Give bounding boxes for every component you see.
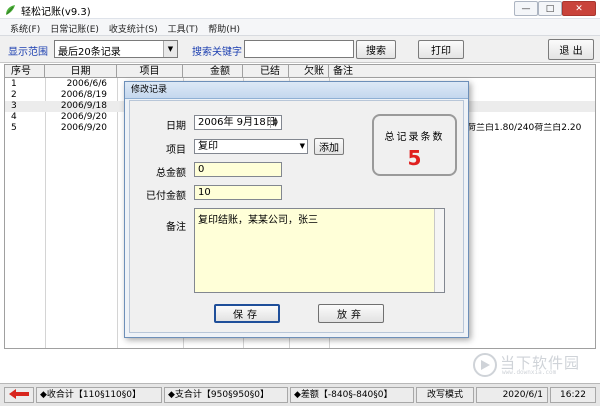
add-item-button[interactable]: 添加 bbox=[314, 138, 344, 155]
cell-no: 2 bbox=[11, 90, 17, 100]
menu-bar: 系统(F) 日常记账(E) 收支统计(S) 工具(T) 帮助(H) bbox=[0, 19, 600, 36]
title-bar: 轻松记账(v9.3) — □ ✕ bbox=[0, 0, 600, 19]
status-bar: ◆收合计【110§110§0】 ◆支合计【950§950§0】 ◆差额【-840… bbox=[0, 383, 600, 406]
total-amount-field[interactable]: 0 bbox=[194, 162, 282, 177]
save-button[interactable]: 保存 bbox=[214, 304, 280, 323]
menu-help[interactable]: 帮助(H) bbox=[203, 19, 245, 35]
col-header-no[interactable]: 序号 bbox=[5, 65, 45, 78]
close-icon: ✕ bbox=[575, 3, 583, 14]
spin-updown-icon[interactable]: ▲ ▼ bbox=[270, 117, 280, 128]
cell-date: 2006/8/19 bbox=[60, 90, 107, 100]
cell-date: 2006/9/18 bbox=[60, 101, 107, 111]
cell-no: 4 bbox=[11, 112, 17, 122]
watermark-url: www.downxia.com bbox=[502, 369, 557, 376]
search-label: 搜索关键字 bbox=[192, 47, 242, 58]
range-select-value: 最后20条记录 bbox=[58, 47, 121, 58]
total-amount-label: 总金额 bbox=[156, 168, 186, 179]
watermark: 当下软件园 www.downxia.com bbox=[470, 352, 588, 378]
menu-tools[interactable]: 工具(T) bbox=[163, 19, 204, 35]
record-count-value: 5 bbox=[407, 146, 422, 170]
status-balance: ◆差额【-840§-840§0】 bbox=[290, 387, 414, 403]
minimize-icon: — bbox=[521, 3, 531, 14]
memo-value: 复印结账，某某公司，张三 bbox=[198, 215, 318, 226]
range-label: 显示范围 bbox=[8, 47, 48, 58]
chevron-down-icon: ▼ bbox=[299, 142, 305, 150]
record-count-panel: 总记录条数 5 bbox=[372, 114, 457, 176]
search-input[interactable] bbox=[244, 40, 354, 58]
col-header-memo[interactable]: 备注 bbox=[329, 65, 595, 78]
date-picker[interactable]: 2006年 9月18日 ▲ ▼ bbox=[194, 115, 282, 130]
range-select[interactable]: 最后20条记录 ▼ bbox=[54, 40, 178, 58]
paid-amount-label: 已付金额 bbox=[146, 191, 186, 202]
red-arrow-icon bbox=[9, 389, 29, 399]
app-logo-icon bbox=[6, 5, 15, 15]
memo-label: 备注 bbox=[166, 222, 186, 233]
cell-no: 1 bbox=[11, 79, 17, 89]
item-select[interactable]: 复印 ▼ bbox=[194, 139, 308, 154]
cell-date: 2006/6/6 bbox=[66, 79, 107, 89]
print-button[interactable]: 打印 bbox=[418, 40, 464, 59]
cell-no: 3 bbox=[11, 101, 17, 111]
memo-scrollbar[interactable] bbox=[434, 209, 444, 292]
cell-date: 2006/9/20 bbox=[60, 123, 107, 133]
status-mode: 改写模式 bbox=[416, 387, 474, 403]
col-header-date[interactable]: 日期 bbox=[45, 65, 117, 78]
minimize-button[interactable]: — bbox=[514, 1, 538, 16]
maximize-icon: □ bbox=[545, 3, 555, 14]
window-title: 轻松记账(v9.3) bbox=[21, 7, 91, 18]
dialog-title: 修改记录 bbox=[125, 82, 468, 99]
status-expense-total: ◆支合计【950§950§0】 bbox=[164, 387, 288, 403]
menu-system[interactable]: 系统(F) bbox=[0, 19, 45, 35]
watermark-logo-icon bbox=[473, 353, 497, 377]
search-button[interactable]: 搜索 bbox=[356, 40, 396, 59]
cell-memo: 荷兰白1.80/240荷兰白2.20 bbox=[467, 123, 582, 133]
date-label: 日期 bbox=[166, 121, 186, 132]
cell-date: 2006/9/20 bbox=[60, 112, 107, 122]
toolbar: 显示范围 最后20条记录 ▼ 搜索关键字 搜索 打印 退 出 bbox=[0, 36, 600, 63]
chevron-down-icon: ▼ bbox=[163, 41, 177, 57]
paid-amount-field[interactable]: 10 bbox=[194, 185, 282, 200]
col-header-amount[interactable]: 金额 bbox=[183, 65, 243, 78]
memo-textarea[interactable]: 复印结账，某某公司，张三 bbox=[194, 208, 445, 293]
cancel-button[interactable]: 放弃 bbox=[318, 304, 384, 323]
col-header-item[interactable]: 项目 bbox=[117, 65, 183, 78]
exit-button[interactable]: 退 出 bbox=[548, 39, 594, 60]
menu-daily-bookkeeping[interactable]: 日常记账(E) bbox=[45, 19, 104, 35]
table-header: 序号 日期 项目 金额 已结 欠账 备注 bbox=[5, 65, 595, 78]
status-income-total: ◆收合计【110§110§0】 bbox=[36, 387, 162, 403]
status-date: 2020/6/1 bbox=[476, 387, 548, 403]
menu-statistics[interactable]: 收支统计(S) bbox=[104, 19, 163, 35]
edit-record-dialog: 修改记录 日期 2006年 9月18日 ▲ ▼ 项目 复印 ▼ 添加 总金额 0 … bbox=[124, 81, 469, 338]
record-count-label: 总记录条数 bbox=[384, 132, 445, 143]
date-value: 2006年 9月18日 bbox=[198, 117, 276, 128]
status-flag bbox=[4, 387, 34, 403]
item-label: 项目 bbox=[166, 145, 186, 156]
col-header-paid[interactable]: 已结 bbox=[243, 65, 289, 78]
item-value: 复印 bbox=[198, 141, 218, 152]
col-header-owed[interactable]: 欠账 bbox=[289, 65, 329, 78]
cell-no: 5 bbox=[11, 123, 17, 133]
dialog-body: 日期 2006年 9月18日 ▲ ▼ 项目 复印 ▼ 添加 总金额 0 已付金额 … bbox=[129, 100, 464, 333]
status-time: 16:22 bbox=[550, 387, 596, 403]
maximize-button[interactable]: □ bbox=[538, 1, 562, 16]
close-window-button[interactable]: ✕ bbox=[562, 1, 596, 16]
